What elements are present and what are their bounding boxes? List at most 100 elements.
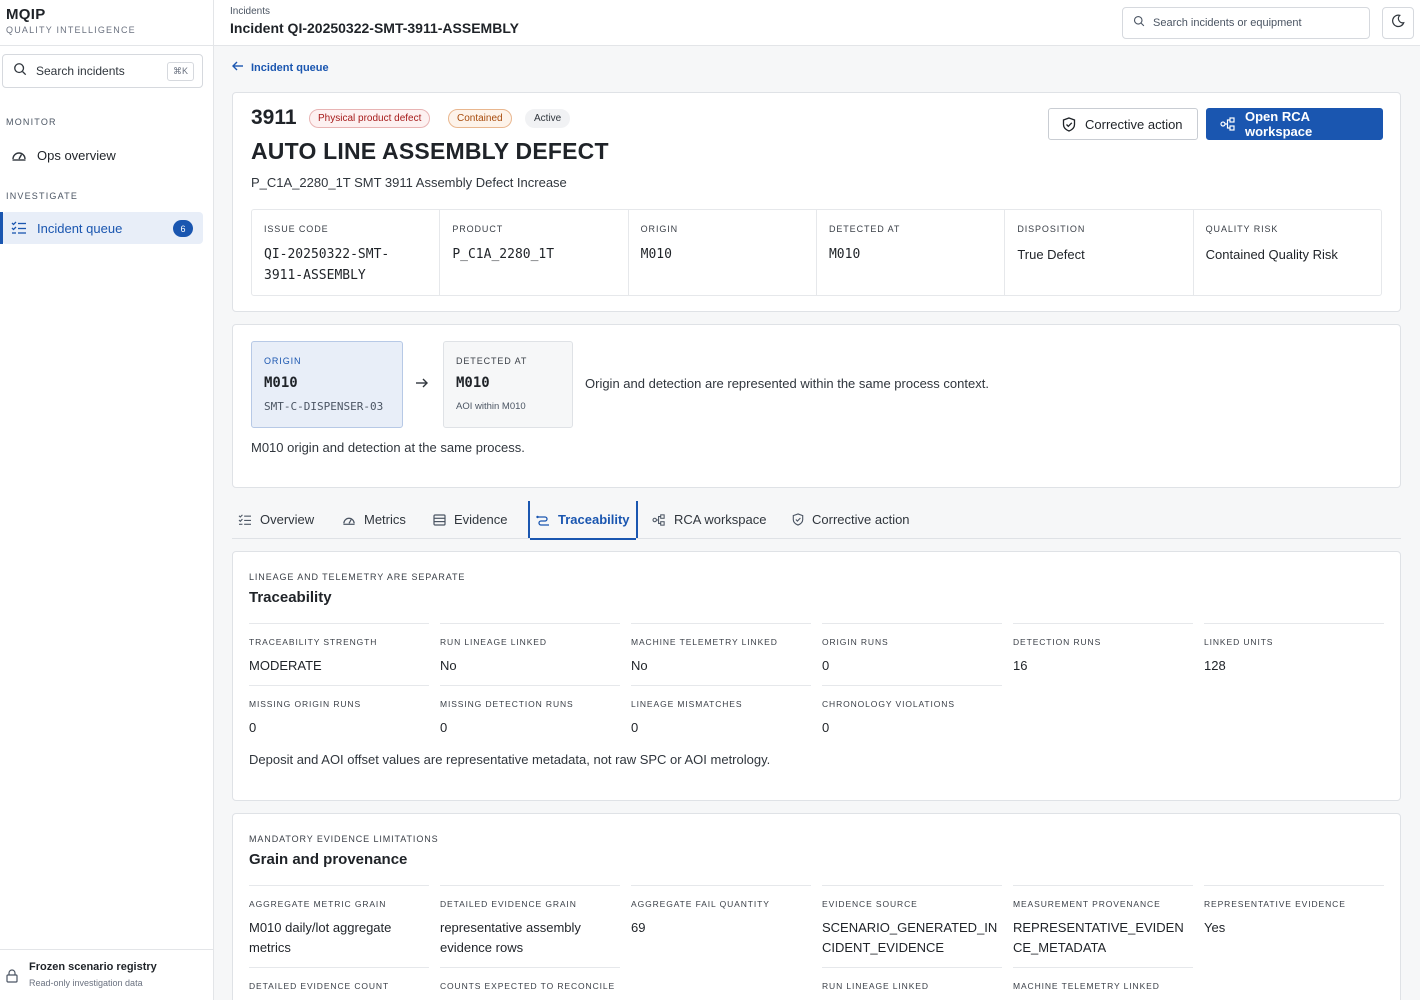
field-value: No xyxy=(440,658,457,673)
tab-label: Metrics xyxy=(364,512,406,527)
meta-detected-at: DETECTED AT M010 xyxy=(817,210,1006,295)
field-value: SCENARIO_GENERATED_INCIDENT_EVIDENCE xyxy=(822,920,998,955)
field-label: DETECTION RUNS xyxy=(1013,637,1102,647)
sidebar-item-ops-overview[interactable]: Ops overview xyxy=(2,139,203,171)
incident-header-card: 3911 Physical product defect Contained A… xyxy=(232,92,1401,312)
detected-value: M010 xyxy=(456,375,490,391)
tab-corrective-action[interactable]: Corrective action xyxy=(792,501,910,538)
gauge-icon xyxy=(10,148,28,162)
field-evidence-source: EVIDENCE SOURCE SCENARIO_GENERATED_INCID… xyxy=(822,885,1002,958)
meta-value: Contained Quality Risk xyxy=(1205,247,1338,262)
origin-box: ORIGIN M010 SMT-C-DISPENSER-03 xyxy=(251,341,403,428)
defect-type-badge: Physical product defect xyxy=(309,109,431,128)
field-value: 0 xyxy=(249,720,257,735)
meta-label: ORIGIN xyxy=(640,224,679,234)
meta-value: P_C1A_2280_1T xyxy=(452,247,555,262)
list-icon xyxy=(238,513,252,526)
tab-label: Corrective action xyxy=(812,512,910,527)
field-measurement-provenance: MEASUREMENT PROVENANCE REPRESENTATIVE_EV… xyxy=(1013,885,1193,958)
back-to-incident-queue-link[interactable]: Incident queue xyxy=(232,61,329,74)
tab-label: Overview xyxy=(260,512,315,527)
field-value: REPRESENTATIVE_EVIDENCE_METADATA xyxy=(1013,920,1184,955)
open-rca-workspace-button[interactable]: Open RCA workspace xyxy=(1206,108,1383,140)
tab-rca-workspace[interactable]: RCA workspace xyxy=(652,501,766,538)
field-label: MISSING ORIGIN RUNS xyxy=(249,699,362,709)
network-icon xyxy=(652,513,666,526)
arrow-left-icon xyxy=(232,61,244,74)
theme-toggle-button[interactable] xyxy=(1382,7,1414,39)
process-flow-card: ORIGIN M010 SMT-C-DISPENSER-03 DETECTED … xyxy=(232,324,1401,488)
field-linked-units: LINKED UNITS 128 xyxy=(1204,623,1384,676)
field-value: 0 xyxy=(822,658,830,673)
field-counts-expected-to-reconcile: COUNTS EXPECTED TO RECONCILE xyxy=(440,967,620,991)
field-label: AGGREGATE FAIL QUANTITY xyxy=(631,899,770,909)
sidebar-item-label: Incident queue xyxy=(37,220,123,236)
global-search-input[interactable]: Search incidents or equipment xyxy=(1122,7,1370,39)
footer-subtitle: Read-only investigation data xyxy=(29,978,143,988)
field-value: MODERATE xyxy=(249,658,322,673)
tab-traceability[interactable]: Traceability xyxy=(528,501,638,540)
field-machine-telemetry-linked: MACHINE TELEMETRY LINKED xyxy=(1013,967,1193,991)
breadcrumb[interactable]: Incidents xyxy=(230,6,270,17)
field-aggregate-metric-grain: AGGREGATE METRIC GRAIN M010 daily/lot ag… xyxy=(249,885,429,958)
brand-subtitle: QUALITY INTELLIGENCE xyxy=(6,25,136,35)
field-label: LINKED UNITS xyxy=(1204,637,1274,647)
field-label: MISSING DETECTION RUNS xyxy=(440,699,574,709)
meta-value: M010 xyxy=(640,247,672,262)
field-label: COUNTS EXPECTED TO RECONCILE xyxy=(440,981,616,991)
shield-check-icon xyxy=(792,513,804,526)
field-label: RUN LINEAGE LINKED xyxy=(440,637,547,647)
grain-provenance-card: MANDATORY EVIDENCE LIMITATIONS Grain and… xyxy=(232,813,1401,1000)
section-eyebrow: LINEAGE AND TELEMETRY ARE SEPARATE xyxy=(249,572,466,582)
page-title: Incident QI-20250322-SMT-3911-ASSEMBLY xyxy=(230,20,519,36)
field-label: EVIDENCE SOURCE xyxy=(822,899,918,909)
traceability-note: Deposit and AOI offset values are repres… xyxy=(249,752,771,767)
field-label: CHRONOLOGY VIOLATIONS xyxy=(822,699,955,709)
field-label: REPRESENTATIVE EVIDENCE xyxy=(1204,899,1346,909)
section-monitor: MONITOR xyxy=(6,117,57,127)
sidebar-search[interactable]: Search incidents ⌘K xyxy=(2,54,203,88)
sidebar-search-label: Search incidents xyxy=(36,64,125,78)
incident-title: AUTO LINE ASSEMBLY DEFECT xyxy=(251,138,609,164)
origin-value: M010 xyxy=(264,375,298,391)
field-machine-telemetry-linked: MACHINE TELEMETRY LINKED No xyxy=(631,623,811,676)
trace-icon xyxy=(536,514,550,526)
search-icon xyxy=(13,62,27,81)
field-missing-origin-runs: MISSING ORIGIN RUNS 0 xyxy=(249,685,429,738)
incident-tabs: Overview Metrics Evidence Traceability R… xyxy=(232,498,1401,540)
brand[interactable]: MQIP QUALITY INTELLIGENCE xyxy=(6,6,136,35)
meta-label: PRODUCT xyxy=(452,224,504,234)
meta-value: True Defect xyxy=(1017,247,1085,262)
incident-count-badge: 6 xyxy=(173,220,193,237)
field-label: ORIGIN RUNS xyxy=(822,637,889,647)
field-lineage-mismatches: LINEAGE MISMATCHES 0 xyxy=(631,685,811,738)
field-label: DETAILED EVIDENCE COUNT xyxy=(249,981,390,991)
search-placeholder: Search incidents or equipment xyxy=(1153,17,1302,29)
field-run-lineage-linked: RUN LINEAGE LINKED No xyxy=(440,623,620,676)
section-title: Grain and provenance xyxy=(249,851,408,868)
meta-origin: ORIGIN M010 xyxy=(629,210,817,295)
meta-product: PRODUCT P_C1A_2280_1T xyxy=(440,210,629,295)
meta-value: M010 xyxy=(828,247,861,262)
meta-label: DISPOSITION xyxy=(1017,224,1086,234)
meta-label: ISSUE CODE xyxy=(264,224,329,234)
database-icon xyxy=(433,513,446,526)
sidebar-item-incident-queue[interactable]: Incident queue 6 xyxy=(0,212,203,244)
field-label: MACHINE TELEMETRY LINKED xyxy=(1013,981,1160,991)
field-label: RUN LINEAGE LINKED xyxy=(822,981,929,991)
field-missing-detection-runs: MISSING DETECTION RUNS 0 xyxy=(440,685,620,738)
tab-overview[interactable]: Overview xyxy=(238,501,314,538)
tab-label: Evidence xyxy=(454,512,508,527)
tab-evidence[interactable]: Evidence xyxy=(433,501,507,538)
shield-check-icon xyxy=(1062,116,1076,132)
field-value: M010 daily/lot aggregate metrics xyxy=(249,920,392,955)
corrective-action-button[interactable]: Corrective action xyxy=(1048,108,1198,140)
shortcut-badge: ⌘K xyxy=(166,61,194,81)
sidebar-footer: Frozen scenario registry Read-only inves… xyxy=(0,949,213,1000)
field-aggregate-fail-quantity: AGGREGATE FAIL QUANTITY 69 xyxy=(631,885,811,938)
incident-subtitle: P_C1A_2280_1T SMT 3911 Assembly Defect I… xyxy=(251,175,567,190)
tab-metrics[interactable]: Metrics xyxy=(342,501,406,538)
field-label: MACHINE TELEMETRY LINKED xyxy=(631,637,778,647)
section-investigate: INVESTIGATE xyxy=(6,191,79,201)
traceability-card: LINEAGE AND TELEMETRY ARE SEPARATE Trace… xyxy=(232,551,1401,801)
